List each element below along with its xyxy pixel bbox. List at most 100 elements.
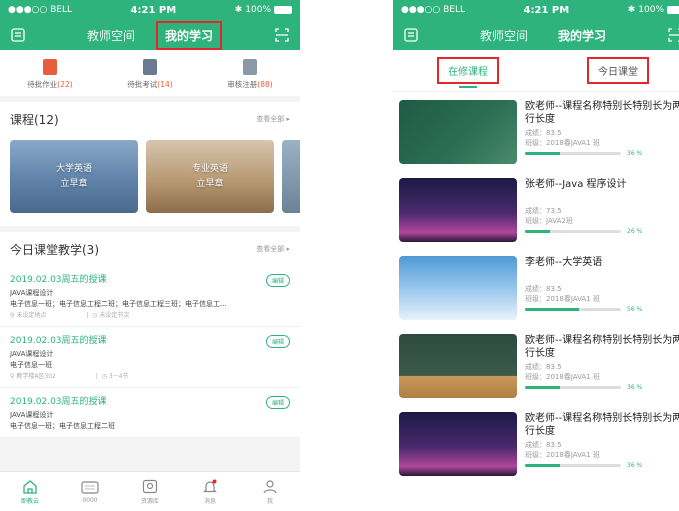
top-nav: 教师空间 我的学习 <box>393 20 679 50</box>
status-bar: ●●●○○ BELL 4:21 PM ✱ 100% <box>0 0 300 20</box>
bottom-tab-keyboard[interactable]: 0000 <box>65 480 115 504</box>
tab-teacher-space[interactable]: 教师空间 <box>81 24 141 47</box>
lesson-location: 教学楼A区302 <box>16 373 56 380</box>
course-carousel[interactable]: 大学英语 立早章 专业英语 立早章 <box>0 136 300 226</box>
edit-button[interactable]: 编辑 <box>265 335 290 348</box>
bottom-tab-me[interactable]: 我 <box>245 479 295 505</box>
course-thumbnail <box>399 100 517 164</box>
nav-tabs: 教师空间 我的学习 <box>474 24 612 47</box>
course-info: 欧老师--课程名称特别长特别长为两行长度 成绩：83.5 班级：2018春JAV… <box>525 334 679 410</box>
course-card-partial[interactable] <box>282 140 300 213</box>
tab-today-class[interactable]: 今日课堂 <box>587 57 649 84</box>
progress-percent: 36 % <box>627 384 643 391</box>
quick-exam[interactable]: 待批考试(14) <box>105 58 195 90</box>
course-title: 欧老师--课程名称特别长特别长为两行长度 <box>525 413 679 437</box>
tab-teacher-space[interactable]: 教师空间 <box>474 24 534 47</box>
bottom-tab-resources[interactable]: 资源库 <box>125 479 175 505</box>
left-phone-screen: ●●●○○ BELL 4:21 PM ✱ 100% 教师空间 我的学习 待批作业… <box>0 0 300 511</box>
lesson-item[interactable]: 2019.02.03周五的授课 JAVA课程设计 电子信息一班；电子信息工程二班… <box>0 266 300 327</box>
period-label: | ◷ 3－4节 <box>95 373 129 380</box>
study-course-item[interactable]: 欧老师--课程名称特别长特别长为两行长度 成绩：83.5 班级：2018春JAV… <box>399 410 679 488</box>
quick-count: (14) <box>157 79 173 89</box>
lesson-title: 2019.02.03周五的授课 <box>10 336 107 346</box>
lesson-location: 未设定地点 <box>16 312 47 319</box>
bottom-tab-label: 消息 <box>203 497 216 505</box>
course-thumbnail <box>399 412 517 476</box>
lesson-period: 3－4节 <box>108 373 129 380</box>
courses-see-all-link[interactable]: 查看全部 ▸ <box>256 114 290 124</box>
bluetooth-icon: ✱ <box>627 5 636 15</box>
message-box-icon[interactable] <box>10 27 26 43</box>
study-course-item[interactable]: 李老师--大学英语 成绩：83.5 班级：2018春JAVA1 班 56 % <box>399 254 679 332</box>
course-thumbnail <box>399 256 517 320</box>
battery-percent: 100% <box>245 5 271 15</box>
bottom-tab-messages[interactable]: 消息 <box>185 479 235 505</box>
battery-icon <box>274 6 292 14</box>
course-title: 李老师--大学英语 <box>525 257 603 268</box>
bottom-tab-label: 我 <box>266 497 273 505</box>
lesson-meta: ⚲ 教学楼A区302 | ◷ 3－4节 <box>10 371 290 382</box>
scan-icon[interactable] <box>274 27 290 43</box>
progress-fill <box>525 308 579 311</box>
nav-tabs: 教师空间 我的学习 <box>81 20 223 50</box>
lesson-title: 2019.02.03周五的授课 <box>10 397 107 407</box>
bottom-tab-home[interactable]: 即教云 <box>5 479 55 505</box>
lesson-classes: 电子信息一班；电子信息工程二班；电子信息工程三班；电子信息工... <box>10 300 227 308</box>
course-card[interactable]: 大学英语 立早章 <box>10 140 138 213</box>
carrier-label: ●●●○○ BELL <box>401 5 466 15</box>
quick-label-text: 待批作业 <box>27 79 58 89</box>
exam-icon <box>143 58 157 75</box>
lesson-meta: ⚲ 未设定地点 | ◷ 未设定节次 <box>10 310 290 321</box>
course-class: 班级：2018春JAVA1 班 <box>525 451 600 459</box>
course-info: 李老师--大学英语 成绩：83.5 班级：2018春JAVA1 班 56 % <box>525 256 679 332</box>
study-course-item[interactable]: 欧老师--课程名称特别长特别长为两行长度 成绩：83.5 班级：2018春JAV… <box>399 98 679 176</box>
progress-percent: 36 % <box>627 150 643 157</box>
bluetooth-icon: ✱ <box>234 5 243 15</box>
progress-row: 36 % <box>525 150 679 157</box>
course-thumbnail <box>399 178 517 242</box>
course-title: 张老师--Java 程序设计 <box>525 179 627 190</box>
home-icon <box>23 479 37 494</box>
tab-my-study[interactable]: 我的学习 <box>552 24 612 47</box>
status-time: 4:21 PM <box>523 4 570 16</box>
course-info: 欧老师--课程名称特别长特别长为两行长度 成绩：83.5 班级：2018春JAV… <box>525 100 679 176</box>
quick-homework[interactable]: 待批作业(22) <box>5 58 95 90</box>
study-course-item[interactable]: 欧老师--课程名称特别长特别长为两行长度 成绩：83.5 班级：2018春JAV… <box>399 332 679 410</box>
progress-percent: 36 % <box>627 462 643 469</box>
progress-bar <box>525 308 621 311</box>
battery-indicator: ✱ 100% <box>628 5 679 15</box>
quick-register[interactable]: 审核注册(88) <box>205 58 295 90</box>
course-class: 班级：2018春JAVA1 班 <box>525 373 600 381</box>
battery-percent: 100% <box>638 5 664 15</box>
progress-fill <box>525 152 560 155</box>
course-score: 成绩：83.5 <box>525 441 562 449</box>
today-see-all-link[interactable]: 查看全部 ▸ <box>256 244 290 254</box>
study-subtabs: 在修课程 今日课堂 <box>393 50 679 92</box>
edit-button[interactable]: 编辑 <box>265 396 290 409</box>
tab-current-courses[interactable]: 在修课程 <box>437 57 499 88</box>
lesson-item[interactable]: 2019.02.03周五的授课 JAVA课程设计 电子信息一班；电子信息工程二班… <box>0 388 300 438</box>
edit-button[interactable]: 编辑 <box>265 274 290 287</box>
quick-count: (22) <box>57 79 73 89</box>
course-card[interactable]: 专业英语 立早章 <box>146 140 274 213</box>
course-score: 成绩：73.5 <box>525 207 562 215</box>
status-bar: ●●●○○ BELL 4:21 PM ✱ 100% <box>393 0 679 20</box>
study-course-item[interactable]: 张老师--Java 程序设计 成绩：73.5 班级：JAVA2班 26 % <box>399 176 679 254</box>
tab-my-study[interactable]: 我的学习 <box>155 20 223 50</box>
location-label: ⚲ 未设定地点 <box>10 312 47 319</box>
progress-row: 26 % <box>525 228 679 235</box>
scan-icon[interactable] <box>667 27 679 43</box>
course-card-author: 立早章 <box>60 178 88 189</box>
lesson-classes: 电子信息一班；电子信息工程二班 <box>10 422 115 430</box>
study-course-list: 欧老师--课程名称特别长特别长为两行长度 成绩：83.5 班级：2018春JAV… <box>393 92 679 488</box>
status-time: 4:21 PM <box>130 4 177 16</box>
progress-fill <box>525 386 560 389</box>
course-score: 成绩：83.5 <box>525 285 562 293</box>
message-box-icon[interactable] <box>403 27 419 43</box>
lesson-course: JAVA课程设计 <box>10 350 54 358</box>
course-card-name: 大学英语 <box>55 163 92 174</box>
lesson-item[interactable]: 2019.02.03周五的授课 JAVA课程设计 电子信息一班 ⚲ 教学楼A区3… <box>0 327 300 388</box>
location-label: ⚲ 教学楼A区302 <box>10 373 56 380</box>
courses-title: 课程(12) <box>10 112 59 127</box>
lesson-title: 2019.02.03周五的授课 <box>10 275 107 285</box>
